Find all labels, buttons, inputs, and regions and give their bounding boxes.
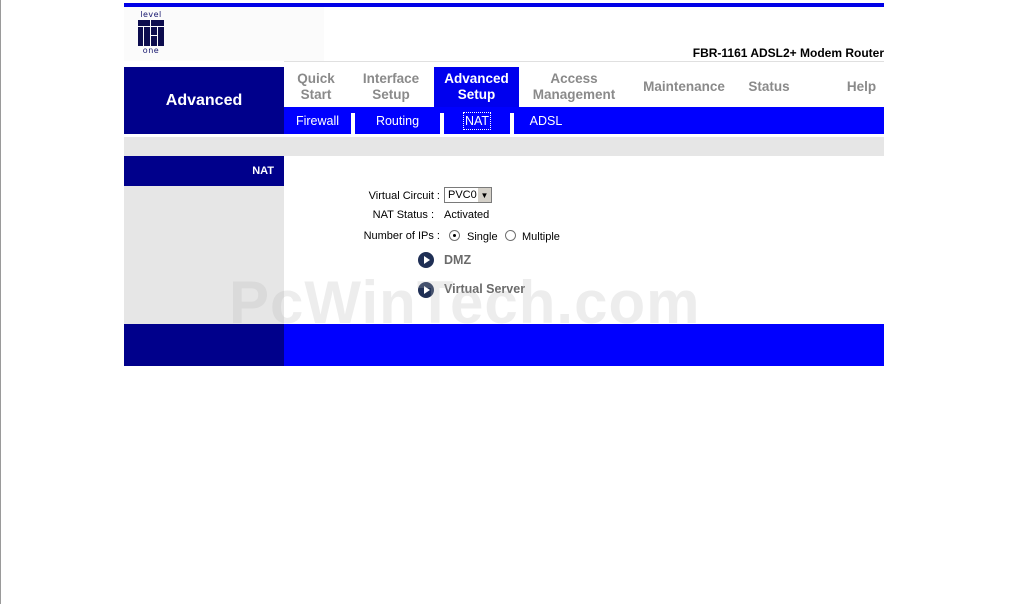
nav-label: Management <box>532 87 616 102</box>
radio-single[interactable] <box>449 230 460 241</box>
window-left-edge <box>0 0 1 604</box>
nat-status-value: Activated <box>444 209 490 221</box>
nav-label: Status <box>748 79 790 94</box>
subnav-adsl[interactable]: ADSL <box>514 107 578 134</box>
logo-mark-icon <box>138 20 164 46</box>
nav-label: Access <box>550 71 598 86</box>
nav-label: Interface <box>362 71 420 86</box>
levelone-logo: level one <box>136 11 166 57</box>
subnav-nat[interactable]: NAT <box>444 107 510 134</box>
virtual-circuit-select[interactable]: PVC0 ▼ <box>444 187 492 203</box>
subnav-label: NAT <box>462 111 492 130</box>
section-title: Advanced <box>124 67 284 134</box>
subnav-label: Routing <box>375 113 420 128</box>
nav-label: Advanced <box>444 71 509 86</box>
arrow-right-icon[interactable] <box>418 252 434 268</box>
logo-area: level one <box>124 7 324 61</box>
sub-nav: Firewall Routing NAT ADSL <box>284 107 884 134</box>
nav-status[interactable]: Status <box>739 67 799 107</box>
nav-label: Setup <box>372 87 410 102</box>
subnav-label: Firewall <box>295 113 340 128</box>
radio-multiple-label: Multiple <box>522 231 560 243</box>
logo-text-top: level <box>140 10 162 19</box>
nav-advanced-setup[interactable]: Advanced Setup <box>434 67 519 107</box>
subnav-firewall[interactable]: Firewall <box>284 107 351 134</box>
arrow-right-icon[interactable] <box>418 282 434 298</box>
subnav-routing[interactable]: Routing <box>355 107 440 134</box>
dmz-link[interactable]: DMZ <box>444 253 471 267</box>
nat-status-label: NAT Status : <box>372 209 434 221</box>
nav-label: Quick <box>297 71 335 86</box>
footer-left <box>124 324 284 366</box>
virtual-server-link[interactable]: Virtual Server <box>444 282 525 296</box>
nat-content: Virtual Circuit : PVC0 ▼ NAT Status : Ac… <box>284 156 884 324</box>
nav-quick-start[interactable]: Quick Start <box>284 67 348 107</box>
nav-label: Maintenance <box>643 79 725 94</box>
nav-interface-setup[interactable]: Interface Setup <box>348 67 434 107</box>
panel-title: NAT <box>124 156 284 186</box>
footer-right <box>284 324 884 366</box>
number-of-ips-label: Number of IPs : <box>363 230 440 242</box>
header-divider <box>284 61 884 62</box>
radio-multiple[interactable] <box>505 230 516 241</box>
main-nav: Quick Start Interface Setup Advanced Setup … <box>284 67 884 107</box>
radio-single-label: Single <box>467 231 498 243</box>
nav-label: Help <box>846 79 877 94</box>
chevron-down-icon[interactable]: ▼ <box>477 188 491 202</box>
nav-label: Start <box>300 87 332 102</box>
nav-maintenance[interactable]: Maintenance <box>629 67 739 107</box>
nav-help[interactable]: Help <box>799 67 924 107</box>
virtual-circuit-label: Virtual Circuit : <box>368 190 440 202</box>
logo-text-bottom: one <box>142 46 160 55</box>
virtual-circuit-value: PVC0 <box>448 189 477 201</box>
product-name: FBR-1161 ADSL2+ Modem Router <box>692 46 884 60</box>
nav-access-management[interactable]: Access Management <box>519 67 629 107</box>
subnav-label: ADSL <box>529 113 563 128</box>
spacer-strip <box>124 137 884 156</box>
nav-label: Setup <box>457 87 496 102</box>
